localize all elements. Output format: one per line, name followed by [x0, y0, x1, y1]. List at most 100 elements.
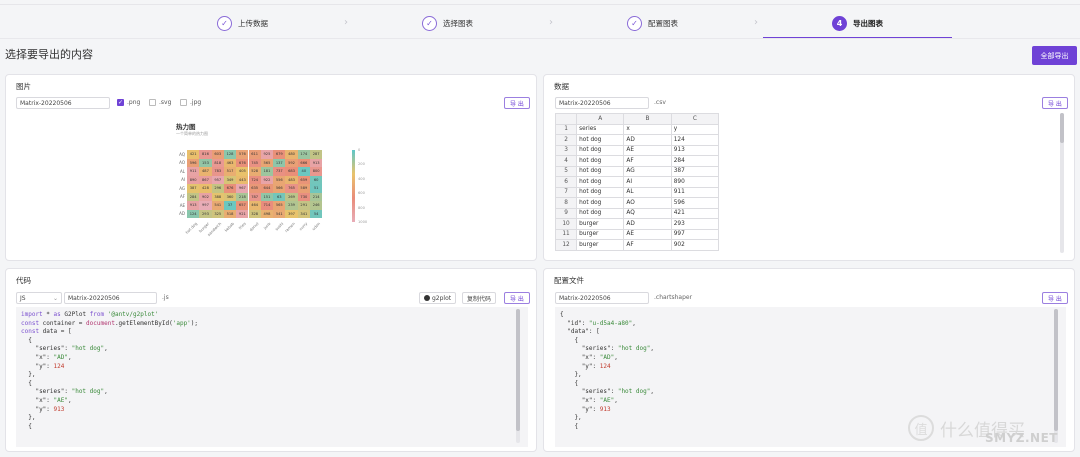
table-cell[interactable]: 124 — [670, 134, 720, 146]
column-header[interactable]: B — [623, 113, 672, 125]
table-cell[interactable]: AI — [623, 176, 672, 188]
table-cell[interactable]: hot dog — [576, 144, 625, 156]
row-number[interactable]: 3 — [554, 144, 578, 156]
code-export-button[interactable]: 导 出 — [504, 292, 530, 304]
g2plot-button[interactable]: g2plot — [419, 292, 457, 304]
table-cell[interactable]: 902 — [670, 239, 720, 251]
table-cell[interactable]: 387 — [670, 165, 720, 177]
table-cell[interactable]: AF — [623, 155, 672, 167]
data-panel: 数据 Matrix-20220506 .csv 导 出 A B C 1 serie… — [543, 74, 1075, 261]
step-upload-data[interactable]: ✓ 上传数据 › — [140, 8, 348, 38]
row-number[interactable]: 9 — [554, 207, 578, 219]
table-cell[interactable]: 293 — [670, 218, 720, 230]
table-cell[interactable]: hot dog — [576, 134, 625, 146]
scroll-thumb[interactable] — [1060, 113, 1064, 143]
image-panel: 图片 Matrix-20220506 ✓ .png .svg .jpg 导 出 … — [5, 74, 537, 261]
heatmap-cell: 911 — [187, 167, 200, 176]
row-number[interactable]: 12 — [554, 239, 578, 251]
heatmap-cell: 128 — [223, 150, 237, 159]
config-scrollbar[interactable] — [1054, 309, 1058, 443]
code-token: 124 — [599, 362, 611, 370]
code-scrollbar[interactable] — [516, 309, 520, 443]
export-all-button[interactable]: 全部导出 — [1032, 46, 1077, 65]
column-header[interactable]: C — [670, 113, 720, 125]
table-cell[interactable]: AQ — [623, 207, 672, 219]
table-cell[interactable]: AE — [623, 144, 672, 156]
row-number[interactable]: 4 — [554, 155, 578, 167]
table-cell[interactable]: burger — [576, 239, 625, 251]
table-row: 8 hot dog AO 596 — [554, 197, 720, 209]
heatmap-cell: 325 — [211, 209, 224, 218]
legend-tick: 400 — [358, 176, 365, 181]
data-ext: .csv — [654, 99, 666, 106]
heatmap-cell: 517 — [223, 167, 237, 176]
legend-tick: 1000 — [358, 220, 368, 224]
table-cell[interactable]: 913 — [670, 144, 720, 156]
table-cell[interactable]: AF — [623, 239, 672, 251]
table-cell[interactable]: 421 — [670, 207, 720, 219]
table-row: 6 hot dog AI 890 — [554, 176, 720, 188]
code-filename-input[interactable]: Matrix-20220506 — [64, 292, 157, 304]
code-token: }, — [21, 371, 36, 379]
table-cell[interactable]: hot dog — [576, 155, 625, 167]
step-export-chart[interactable]: 4 导出图表 — [755, 8, 960, 39]
table-cell[interactable]: AD — [623, 218, 672, 230]
legend-tick: 800 — [358, 205, 365, 210]
row-number[interactable]: 5 — [554, 165, 578, 177]
table-cell[interactable]: 284 — [670, 155, 720, 167]
table-cell[interactable]: hot dog — [576, 165, 625, 177]
row-number[interactable]: 8 — [554, 197, 578, 209]
table-cell[interactable]: hot dog — [576, 207, 625, 219]
table-cell[interactable]: AD — [623, 134, 672, 146]
copy-code-button[interactable]: 复制代码 — [462, 292, 497, 304]
scroll-thumb[interactable] — [516, 309, 520, 431]
table-cell[interactable]: burger — [576, 218, 625, 230]
table-cell[interactable]: burger — [576, 228, 625, 240]
heatmap-cell: 40 — [297, 167, 310, 176]
row-number[interactable]: 7 — [554, 186, 578, 198]
row-number[interactable]: 6 — [554, 176, 578, 188]
data-sheet[interactable]: A B C 1 series x y 2 hot dog AD 124 3 hot dog AE 91… — [554, 113, 720, 251]
table-cell[interactable]: AL — [623, 186, 672, 198]
heatmap-cell: 287 — [310, 150, 323, 159]
table-cell[interactable]: x — [623, 123, 672, 135]
step-select-chart[interactable]: ✓ 选择图表 › — [345, 8, 553, 38]
config-ext: .chartshaper — [654, 294, 693, 301]
table-cell[interactable]: hot dog — [576, 186, 625, 198]
data-scrollbar[interactable] — [1060, 113, 1064, 253]
config-export-button[interactable]: 导 出 — [1042, 292, 1068, 304]
table-cell[interactable]: AO — [623, 197, 672, 209]
table-cell[interactable]: 911 — [670, 186, 720, 198]
code-editor[interactable]: import * as G2Plot from '@antv/g2plot' c… — [16, 307, 528, 447]
table-cell[interactable]: 890 — [670, 176, 720, 188]
table-row: 11 burger AE 997 — [554, 228, 720, 240]
row-number[interactable]: 11 — [554, 228, 578, 240]
code-token: "series" — [581, 345, 611, 353]
corner-cell — [554, 113, 578, 125]
table-cell[interactable]: 596 — [670, 197, 720, 209]
table-cell[interactable]: AE — [623, 228, 672, 240]
watermark-domain: SMYZ.NET — [985, 431, 1058, 445]
table-cell[interactable]: hot dog — [576, 176, 625, 188]
table-cell[interactable]: AG — [623, 165, 672, 177]
scroll-thumb[interactable] — [1054, 309, 1058, 431]
language-select[interactable]: JS ⌄ — [16, 292, 62, 304]
step-configure-chart[interactable]: ✓ 配置图表 › — [550, 8, 758, 38]
heatmap-cell: 464 — [248, 201, 261, 210]
row-number[interactable]: 10 — [554, 218, 578, 230]
table-cell[interactable]: 997 — [670, 228, 720, 240]
code-token: 'app' — [172, 319, 191, 327]
config-filename-input[interactable]: Matrix-20220506 — [555, 292, 649, 304]
code-token: 124 — [53, 362, 65, 370]
row-number[interactable]: 2 — [554, 134, 578, 146]
table-cell[interactable]: y — [670, 123, 720, 135]
check-icon: ✓ — [422, 15, 437, 31]
data-filename-input[interactable]: Matrix-20220506 — [555, 97, 649, 109]
table-row: 10 burger AD 293 — [554, 218, 720, 230]
table-cell[interactable]: series — [576, 123, 625, 135]
table-cell[interactable]: hot dog — [576, 197, 625, 209]
code-token: "hot dog" — [71, 388, 105, 396]
data-export-button[interactable]: 导 出 — [1042, 97, 1068, 109]
row-number[interactable]: 1 — [554, 123, 578, 135]
column-header[interactable]: A — [576, 113, 625, 125]
